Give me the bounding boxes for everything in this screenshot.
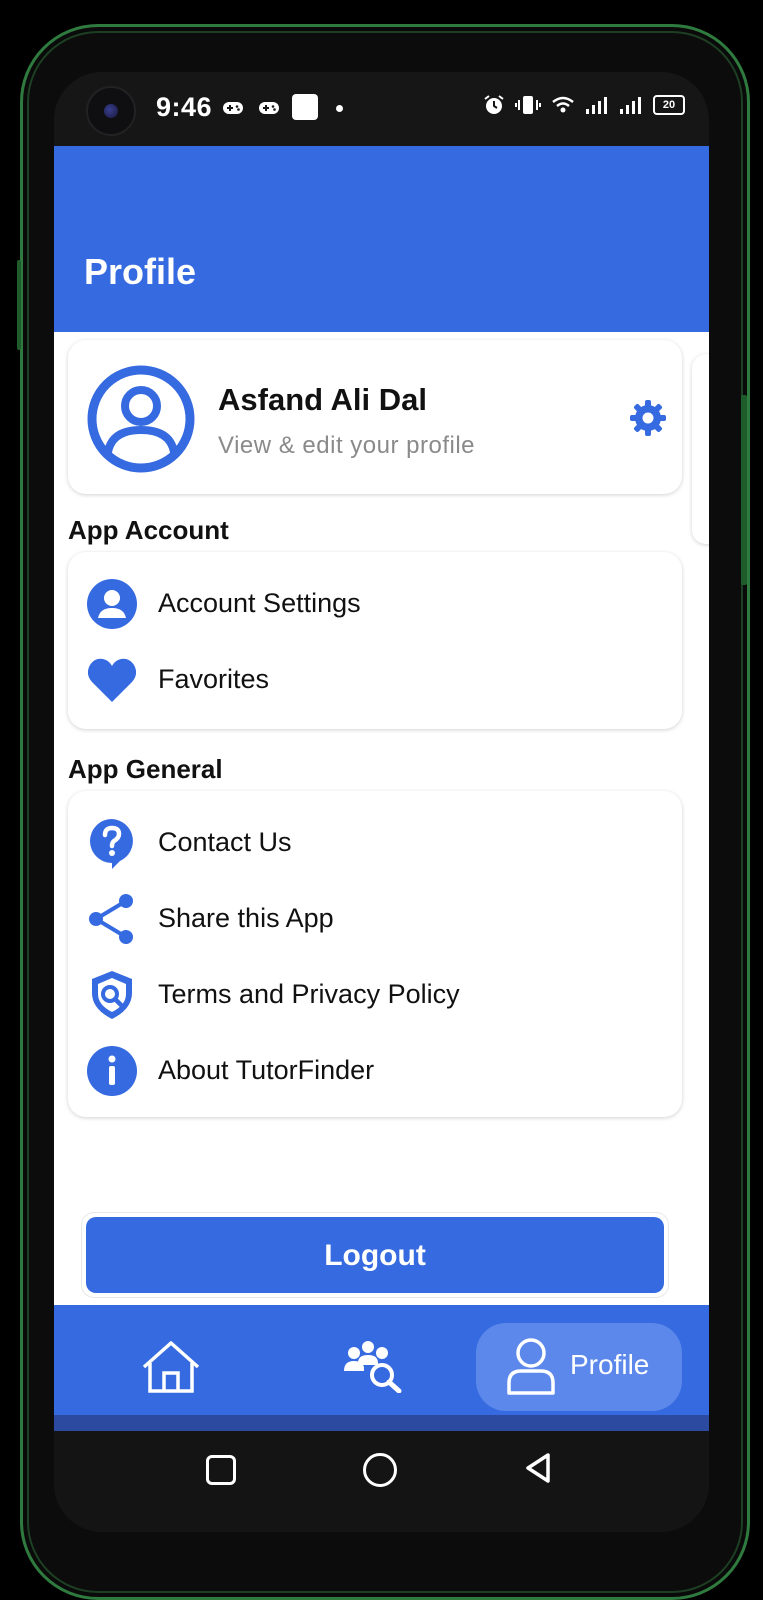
menu-item-about[interactable]: About TutorFinder [68,1035,682,1107]
menu-item-label: Share this App [158,903,334,933]
menu-item-contact-us[interactable]: Contact Us [68,807,682,879]
recents-button[interactable] [206,1455,236,1485]
nav-strip [54,1415,709,1431]
menu-item-favorites[interactable]: Favorites [68,644,682,716]
menu-item-terms-privacy[interactable]: Terms and Privacy Policy [68,959,682,1031]
profile-card[interactable]: Asfand Ali Dal View & edit your profile [68,340,682,494]
signal-icon [620,97,641,114]
info-icon [87,1046,137,1096]
profile-name: Asfand Ali Dal [218,382,427,417]
menu-item-label: Account Settings [158,588,361,618]
status-time: 9:46 [156,92,213,122]
battery-icon: 20 [653,95,685,115]
account-circle-icon [87,579,137,629]
account-card: Account Settings Favorites [68,552,682,729]
nav-item-profile[interactable]: Profile [476,1323,682,1411]
side-card-peek [692,354,709,544]
user-circle-icon [87,365,195,473]
profile-subtitle: View & edit your profile [218,432,476,459]
front-camera [86,86,136,136]
status-bar: 9:46 20 [54,72,709,146]
find-tutors-icon[interactable] [342,1339,404,1393]
menu-item-account-settings[interactable]: Account Settings [68,568,682,640]
bottom-nav: Profile [54,1305,709,1415]
nav-item-label: Profile [570,1349,650,1380]
volume-button [17,260,21,350]
section-title-account: App Account [68,515,229,545]
menu-item-label: Contact Us [158,827,292,857]
power-button [741,395,747,585]
gamepad-icon [223,102,243,114]
screen: 9:46 20 Profile Asfand Ali Dal View & ed… [54,72,709,1532]
system-nav-bar [54,1431,709,1532]
menu-item-label: Favorites [158,664,270,694]
back-button[interactable] [522,1451,554,1485]
general-card: Contact Us Share this App Terms and Priv… [68,791,682,1117]
gamepad-icon [259,102,279,114]
gear-icon[interactable] [628,398,668,438]
menu-item-share[interactable]: Share this App [68,883,682,955]
menu-item-label: About TutorFinder [158,1055,375,1085]
share-icon [89,894,133,944]
help-bubble-icon [90,819,133,869]
home-icon[interactable] [140,1339,202,1395]
page-title: Profile [84,251,197,292]
heart-icon [87,658,137,702]
vibrate-icon [515,96,541,114]
alarm-icon [484,95,504,114]
app-bar: Profile [54,146,709,332]
status-right-icons: 20 [483,94,685,116]
menu-item-label: Terms and Privacy Policy [158,979,460,1009]
home-button[interactable] [363,1453,397,1487]
logout-button[interactable]: Logout [86,1217,664,1293]
shield-search-icon [92,971,132,1019]
section-title-general: App General [68,754,223,784]
square-notification-icon [292,94,318,120]
profile-icon [507,1338,555,1395]
dot-icon [336,105,343,112]
signal-icon [586,97,607,114]
wifi-icon [552,96,574,113]
profile-content: Asfand Ali Dal View & edit your profile … [54,332,709,1305]
